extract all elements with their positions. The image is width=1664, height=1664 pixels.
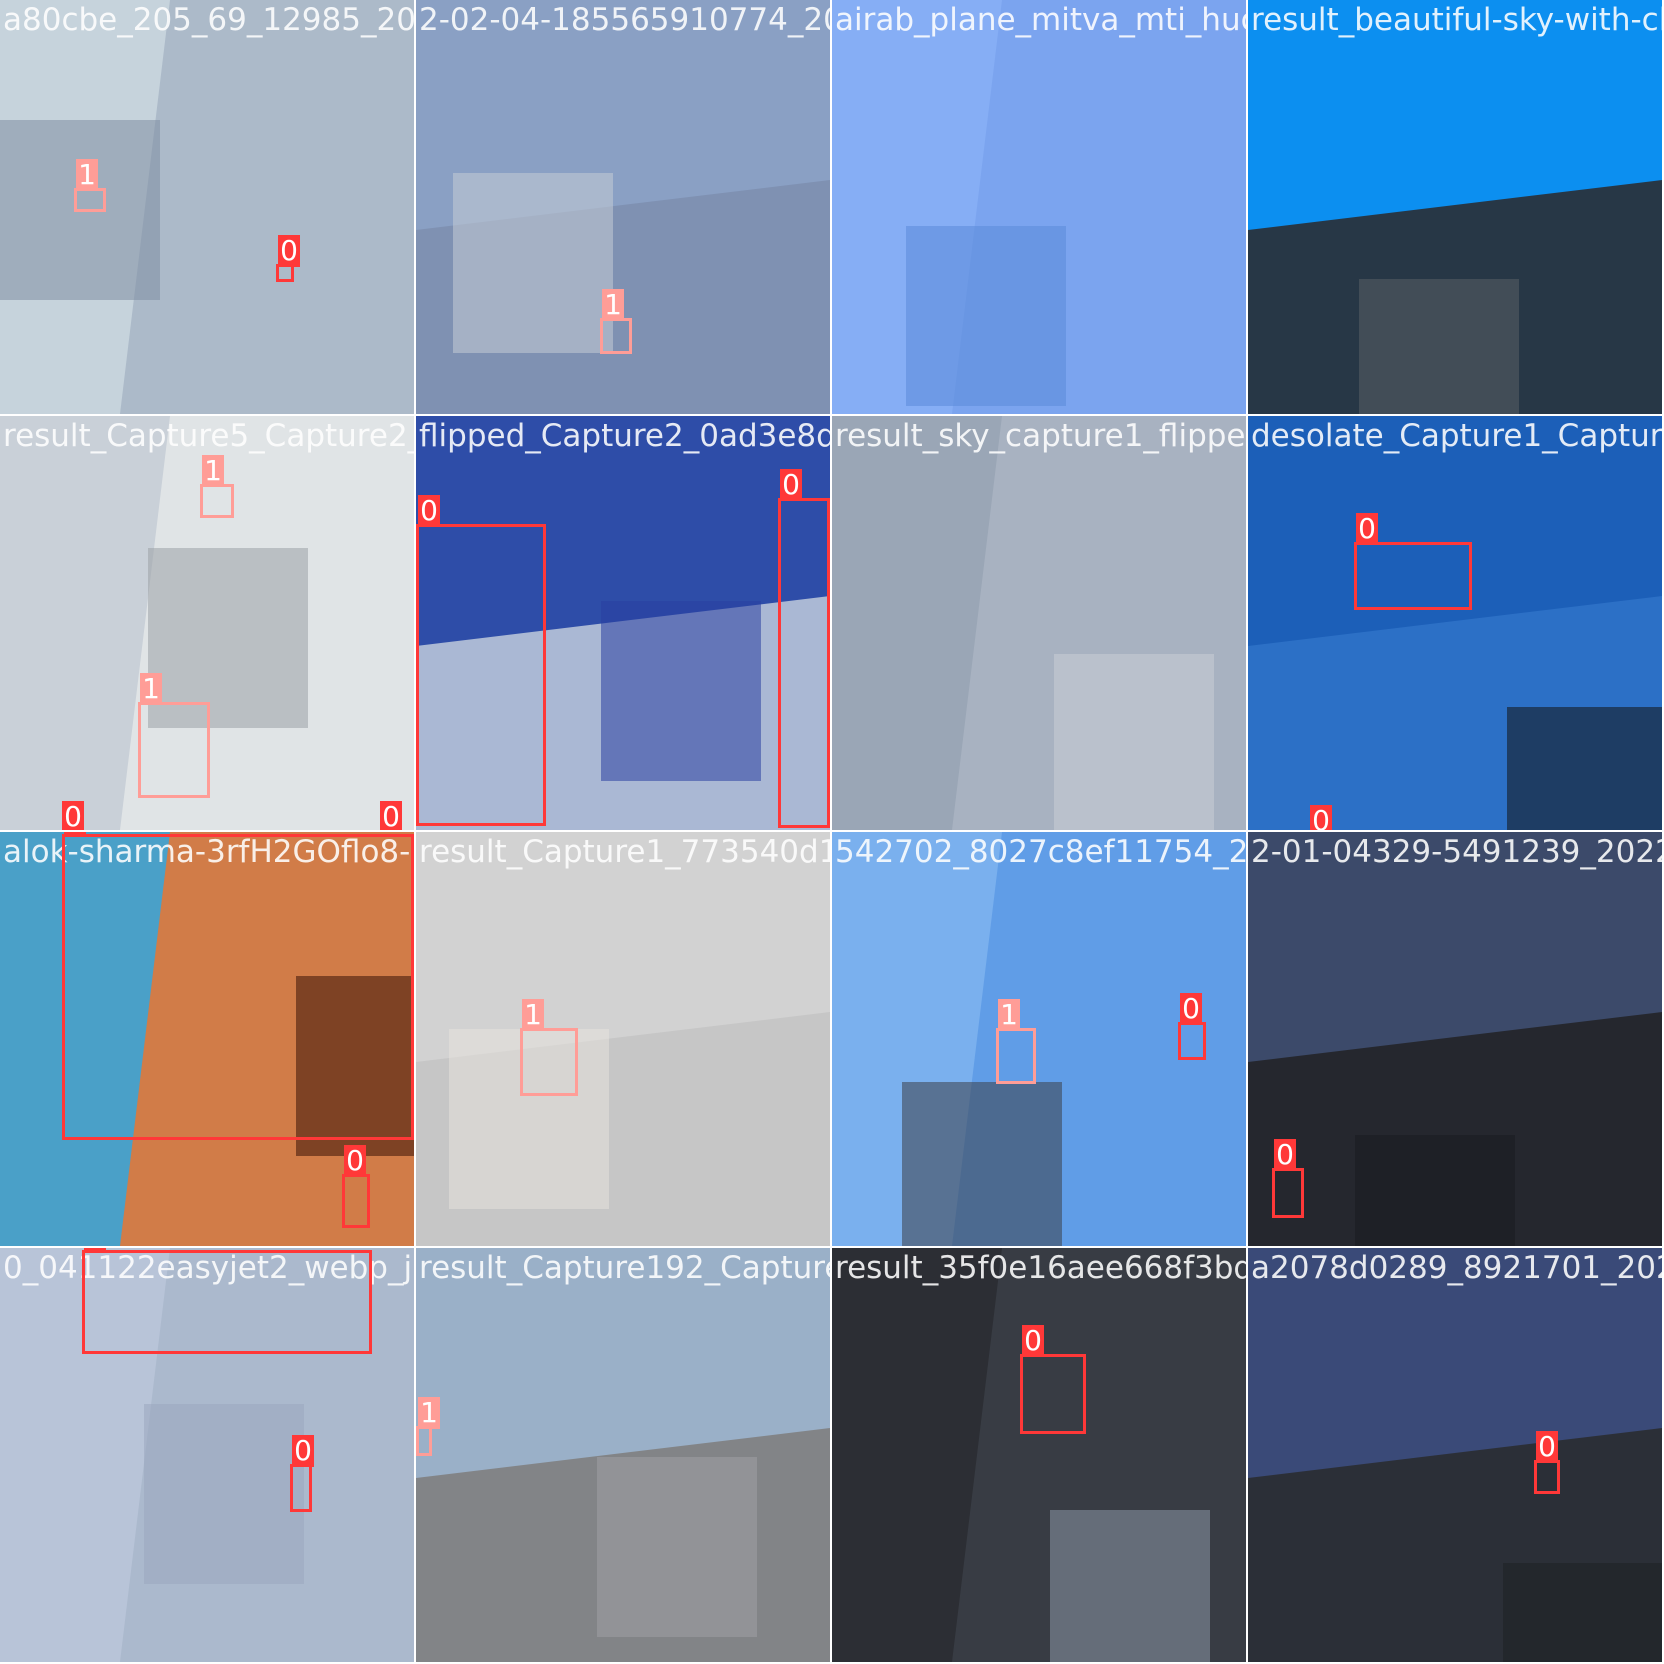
- tile-photo: [1248, 1248, 1662, 1662]
- class-label: 0: [62, 801, 84, 830]
- class-label: 0: [1022, 1325, 1044, 1357]
- detection-box: 1: [520, 999, 578, 1096]
- class-label: 1: [522, 999, 544, 1031]
- detection-box: 1: [600, 289, 632, 354]
- class-label: 0: [292, 1435, 314, 1467]
- tile-filename: a80cbe_205_69_12985_2022-02-04-185565910…: [3, 2, 414, 38]
- class-label: 1: [602, 289, 624, 321]
- mosaic-tile: airab_plane_mitva_mti_hucres_beautiful: [832, 0, 1246, 414]
- detection-box: 0: [1534, 1431, 1560, 1494]
- class-label: 1: [418, 1397, 440, 1429]
- class-label: 1: [76, 159, 98, 191]
- class-label: 0: [418, 495, 440, 527]
- detection-box: 0: [62, 832, 414, 1140]
- tile-filename: airab_plane_mitva_mti_hucres_beautiful: [835, 2, 1246, 38]
- mosaic-tile: result_Capture1_773540d105 1: [416, 832, 830, 1246]
- mosaic-tile: desolate_Capture1_Capture_flipped 0 0: [1248, 416, 1662, 830]
- mosaic-tile: 542702_8027c8ef11754_2022 1 0: [832, 832, 1246, 1246]
- detection-mosaic: a80cbe_205_69_12985_2022-02-04-185565910…: [0, 0, 1664, 1664]
- detection-box: 1: [200, 455, 234, 518]
- detection-box: 1: [996, 999, 1036, 1084]
- tile-filename: result_beautiful-sky-with-clouds: [1251, 2, 1662, 38]
- class-label: 0: [278, 235, 300, 267]
- class-label: 0: [64, 832, 86, 837]
- mosaic-tile: 0_041122easyjet2_webp_jpg00: [0, 1248, 414, 1662]
- tile-photo: [832, 1248, 1246, 1662]
- class-label: 0: [1274, 1139, 1296, 1171]
- class-label: 0: [1536, 1431, 1558, 1463]
- mosaic-tile: a80cbe_205_69_12985_2022-02-04-185565910…: [0, 0, 414, 414]
- tile-photo: [416, 832, 830, 1246]
- class-label: 0: [84, 1248, 106, 1253]
- class-label: 1: [202, 455, 224, 487]
- class-label: 0: [780, 469, 802, 501]
- class-label: 0: [1356, 513, 1378, 545]
- mosaic-tile: 2-02-04-185565910774_2022 1: [416, 0, 830, 414]
- mosaic-tile: result_beautiful-sky-with-clouds: [1248, 0, 1662, 414]
- tile-filename: 542702_8027c8ef11754_2022: [835, 834, 1246, 870]
- tile-photo: [0, 0, 414, 414]
- detection-box: 0: [82, 1248, 372, 1354]
- tile-filename: 2-02-04-185565910774_2022: [419, 2, 830, 38]
- mosaic-tile: result_Capture5_Capture2_flipped_rotated…: [0, 416, 414, 830]
- detection-box: 0: [1354, 513, 1472, 610]
- tile-filename: flipped_Capture2_0ad3e8da7fb672d24: [419, 418, 830, 454]
- mosaic-tile: result_sky_capture1_flipped: [832, 416, 1246, 830]
- class-label: 1: [998, 999, 1020, 1031]
- detection-box: 1: [74, 159, 106, 212]
- detection-box: 0: [342, 1145, 370, 1228]
- mosaic-tile: result_35f0e16aee668f3bdba 0: [832, 1248, 1246, 1662]
- tile-filename: result_sky_capture1_flipped: [835, 418, 1246, 454]
- detection-box: 0: [778, 469, 830, 828]
- class-label: 0: [344, 1145, 366, 1177]
- detection-box: 0: [276, 235, 300, 282]
- tile-photo: [1248, 0, 1662, 414]
- tile-photo: [1248, 832, 1662, 1246]
- detection-box: 0: [1272, 1139, 1304, 1218]
- tile-filename: 2-01-04329-5491239_2022: [1251, 834, 1662, 870]
- detection-box: 0: [290, 1435, 314, 1512]
- tile-photo: [832, 0, 1246, 414]
- class-label: 1: [140, 673, 162, 705]
- mosaic-tile: 2-01-04329-5491239_2022 0: [1248, 832, 1662, 1246]
- tile-photo: [416, 1248, 830, 1662]
- tile-filename: result_Capture5_Capture2_flipped_rotated: [3, 418, 414, 454]
- tile-filename: a2078d0289_8921701_2022: [1251, 1250, 1662, 1286]
- tile-photo: [832, 416, 1246, 830]
- mosaic-tile: alok-sharma-3rfH2GOflo8-unsplash_jpg00: [0, 832, 414, 1246]
- mosaic-tile: flipped_Capture2_0ad3e8da7fb672d24 0 0: [416, 416, 830, 830]
- class-label: 0: [1180, 993, 1202, 1025]
- detection-box: 0: [416, 495, 546, 826]
- mosaic-tile: result_Capture192_Capture3_flipped 1: [416, 1248, 830, 1662]
- tile-filename: result_35f0e16aee668f3bdba: [835, 1250, 1246, 1286]
- mosaic-tile: a2078d0289_8921701_2022 0: [1248, 1248, 1662, 1662]
- tile-photo: [1248, 416, 1662, 830]
- class-label: 0: [380, 801, 402, 830]
- detection-box: 1: [138, 673, 210, 798]
- class-label: 0: [1310, 805, 1332, 830]
- tile-filename: result_Capture192_Capture3_flipped: [419, 1250, 830, 1286]
- detection-box: 1: [416, 1397, 440, 1456]
- tile-filename: desolate_Capture1_Capture_flipped: [1251, 418, 1662, 454]
- tile-filename: result_Capture1_773540d105: [419, 834, 830, 870]
- detection-box: 0: [1178, 993, 1206, 1060]
- detection-box: 0: [1020, 1325, 1086, 1434]
